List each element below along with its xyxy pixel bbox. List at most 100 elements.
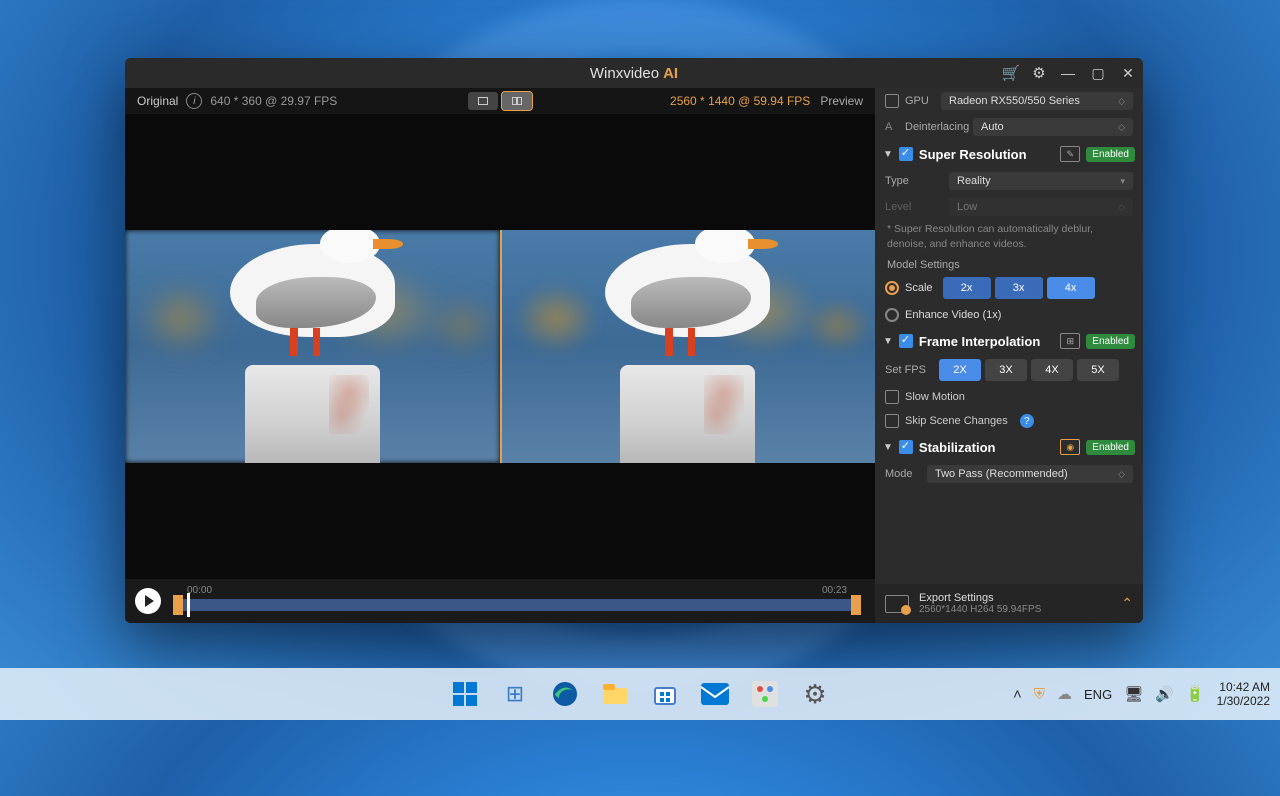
preview-area [125, 114, 875, 579]
playhead[interactable] [187, 593, 190, 617]
original-label: Original [137, 94, 178, 108]
preview-enhanced-image [500, 230, 875, 463]
scale-label: Scale [905, 282, 933, 294]
timeline-track[interactable]: 00:00 00:23 [173, 589, 861, 613]
stabilization-checkbox[interactable] [899, 440, 913, 454]
compare-single-button[interactable] [468, 92, 498, 110]
sr-type-select[interactable]: Reality▾ [949, 172, 1133, 190]
caret-down-icon: ▼ [883, 336, 893, 347]
preview-header: Original i 640 * 360 @ 29.97 FPS 2560 * … [125, 88, 875, 114]
mail-icon[interactable] [694, 673, 736, 715]
scale-3x-button[interactable]: 3x [995, 277, 1043, 299]
tray-chevron-icon[interactable]: ˄ [1013, 686, 1022, 703]
deinterlace-icon: A [885, 121, 899, 133]
close-button[interactable]: ✕ [1113, 58, 1143, 88]
stab-camera-icon[interactable]: ◉ [1060, 439, 1080, 455]
settings-gear-icon[interactable]: ⚙ [1025, 58, 1053, 88]
deinterlace-select[interactable]: Auto◇ [973, 118, 1133, 136]
sr-level-select: Low◇ [949, 198, 1133, 216]
frame-interpolation-title: Frame Interpolation [919, 334, 1054, 349]
slow-motion-checkbox[interactable] [885, 390, 899, 404]
tray-weather-icon[interactable]: ☁ [1057, 685, 1072, 703]
tray-volume-icon[interactable]: 🔊 [1155, 685, 1174, 703]
setfps-label: Set FPS [885, 364, 929, 376]
tray-date: 1/30/2022 [1217, 694, 1270, 708]
fps-4x-button[interactable]: 4X [1031, 359, 1073, 381]
store-icon[interactable] [644, 673, 686, 715]
app-window: Winxvideo AI 🛒 ⚙ — ▢ ✕ Original i 640 * … [125, 58, 1143, 623]
caret-down-icon: ▼ [883, 442, 893, 453]
export-settings[interactable]: Export Settings 2560*1440 H264 59.94FPS … [875, 584, 1143, 623]
output-resolution: 2560 * 1440 @ 59.94 FPS [670, 94, 810, 108]
slow-motion-label: Slow Motion [905, 391, 965, 403]
skip-scene-checkbox[interactable] [885, 414, 899, 428]
fps-3x-button[interactable]: 3X [985, 359, 1027, 381]
scale-radio[interactable] [885, 281, 899, 295]
sr-note: * Super Resolution can automatically deb… [875, 220, 1143, 253]
tray-security-icon[interactable]: ⛨ [1034, 686, 1045, 703]
tray-language[interactable]: ENG [1084, 687, 1112, 702]
fi-enabled-badge: Enabled [1086, 334, 1135, 349]
preview-label: Preview [820, 94, 863, 108]
start-button[interactable] [444, 673, 486, 715]
settings-panel: GPU Radeon RX550/550 Series◇ A Deinterla… [875, 88, 1143, 623]
sr-enabled-badge: Enabled [1086, 147, 1135, 162]
compare-split-button[interactable] [502, 92, 532, 110]
caret-down-icon: ▼ [883, 149, 893, 160]
skip-scene-label: Skip Scene Changes [905, 415, 1008, 427]
gpu-label: GPU [905, 95, 935, 107]
info-icon[interactable]: i [186, 93, 202, 109]
tray-clock[interactable]: 10:42 AM 1/30/2022 [1217, 680, 1270, 709]
frame-interpolation-header[interactable]: ▼ Frame Interpolation ⊞ Enabled [875, 327, 1143, 355]
scale-4x-button[interactable]: 4x [1047, 277, 1095, 299]
original-resolution: 640 * 360 @ 29.97 FPS [210, 94, 337, 108]
edge-icon[interactable] [544, 673, 586, 715]
app-title-accent: AI [663, 65, 678, 82]
export-title: Export Settings [919, 592, 1111, 604]
model-settings-label: Model Settings [875, 253, 1143, 273]
sr-level-label: Level [885, 201, 943, 213]
file-explorer-icon[interactable] [594, 673, 636, 715]
cart-icon[interactable]: 🛒 [997, 58, 1025, 88]
export-sub: 2560*1440 H264 59.94FPS [919, 604, 1111, 615]
stabilization-title: Stabilization [919, 440, 1054, 455]
frame-interpolation-checkbox[interactable] [899, 334, 913, 348]
tray-network-icon[interactable]: 🖥 [1124, 685, 1143, 703]
taskbar: ⊞ ⚙ ˄ ⛨ ☁ ENG 🖥 🔊 🔋 10:42 AM 1/30/2022 [0, 668, 1280, 720]
super-resolution-checkbox[interactable] [899, 147, 913, 161]
settings-icon[interactable]: ⚙ [794, 673, 836, 715]
deinterlace-label: Deinterlacing [905, 121, 967, 133]
gpu-checkbox[interactable] [885, 94, 899, 108]
time-start-label: 00:00 [187, 585, 212, 596]
scale-2x-button[interactable]: 2x [943, 277, 991, 299]
fps-2x-button[interactable]: 2X [939, 359, 981, 381]
sr-type-label: Type [885, 175, 943, 187]
stab-enabled-badge: Enabled [1086, 440, 1135, 455]
play-button[interactable] [135, 588, 161, 614]
help-icon[interactable]: ? [1020, 414, 1034, 428]
stab-mode-label: Mode [885, 468, 921, 480]
gpu-select[interactable]: Radeon RX550/550 Series◇ [941, 92, 1133, 110]
export-expand-icon[interactable]: ⌃ [1121, 595, 1133, 612]
minimize-button[interactable]: — [1053, 58, 1083, 88]
app-title: Winxvideo [590, 65, 659, 82]
tray-time: 10:42 AM [1217, 680, 1270, 694]
fi-film-icon[interactable]: ⊞ [1060, 333, 1080, 349]
maximize-button[interactable]: ▢ [1083, 58, 1113, 88]
enhance-radio[interactable] [885, 308, 899, 322]
timeline: 00:00 00:23 [125, 579, 875, 623]
time-end-label: 00:23 [822, 585, 847, 596]
fps-5x-button[interactable]: 5X [1077, 359, 1119, 381]
preview-original-image [125, 230, 500, 463]
task-view-icon[interactable]: ⊞ [494, 673, 536, 715]
super-resolution-title: Super Resolution [919, 147, 1054, 162]
stabilization-header[interactable]: ▼ Stabilization ◉ Enabled [875, 433, 1143, 461]
stab-mode-select[interactable]: Two Pass (Recommended)◇ [927, 465, 1133, 483]
trim-end-handle[interactable] [851, 595, 861, 615]
tray-battery-icon[interactable]: 🔋 [1186, 685, 1205, 703]
super-resolution-header[interactable]: ▼ Super Resolution ✎ Enabled [875, 140, 1143, 168]
trim-start-handle[interactable] [173, 595, 183, 615]
sr-edit-icon[interactable]: ✎ [1060, 146, 1080, 162]
paint-icon[interactable] [744, 673, 786, 715]
compare-divider[interactable] [500, 230, 502, 463]
